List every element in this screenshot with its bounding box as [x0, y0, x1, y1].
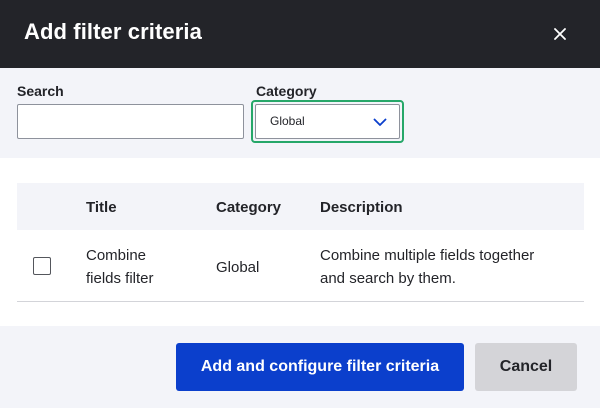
row-title: Combine fields filter [86, 244, 154, 290]
close-button[interactable] [544, 20, 576, 48]
row-description-line-2: and search by them. [320, 270, 456, 287]
row-description-line-1: Combine multiple fields together [320, 247, 535, 264]
close-icon [554, 28, 566, 40]
category-label: Category [256, 83, 317, 99]
dialog-titlebar: Add filter criteria [0, 0, 600, 68]
row-title-line-1: Combine [86, 247, 147, 264]
category-select-focus-ring: Global [251, 100, 404, 143]
row-category: Global [216, 259, 260, 276]
category-select-value: Global [270, 114, 305, 128]
search-label: Search [17, 83, 64, 99]
category-select[interactable]: Global [255, 104, 400, 139]
row-checkbox[interactable] [33, 257, 51, 275]
add-filter-dialog: Add filter criteria Search Category Glob… [0, 0, 600, 408]
search-input[interactable] [17, 104, 244, 139]
dialog-title: Add filter criteria [24, 19, 202, 44]
column-header-title: Title [86, 199, 117, 216]
column-header-description: Description [320, 199, 403, 216]
add-and-configure-button[interactable]: Add and configure filter criteria [176, 343, 464, 391]
row-description: Combine multiple fields together and sea… [320, 244, 534, 290]
cancel-button[interactable]: Cancel [475, 343, 577, 391]
column-header-category: Category [216, 199, 282, 216]
row-title-line-2: fields filter [86, 270, 154, 287]
chevron-down-icon [373, 118, 387, 126]
